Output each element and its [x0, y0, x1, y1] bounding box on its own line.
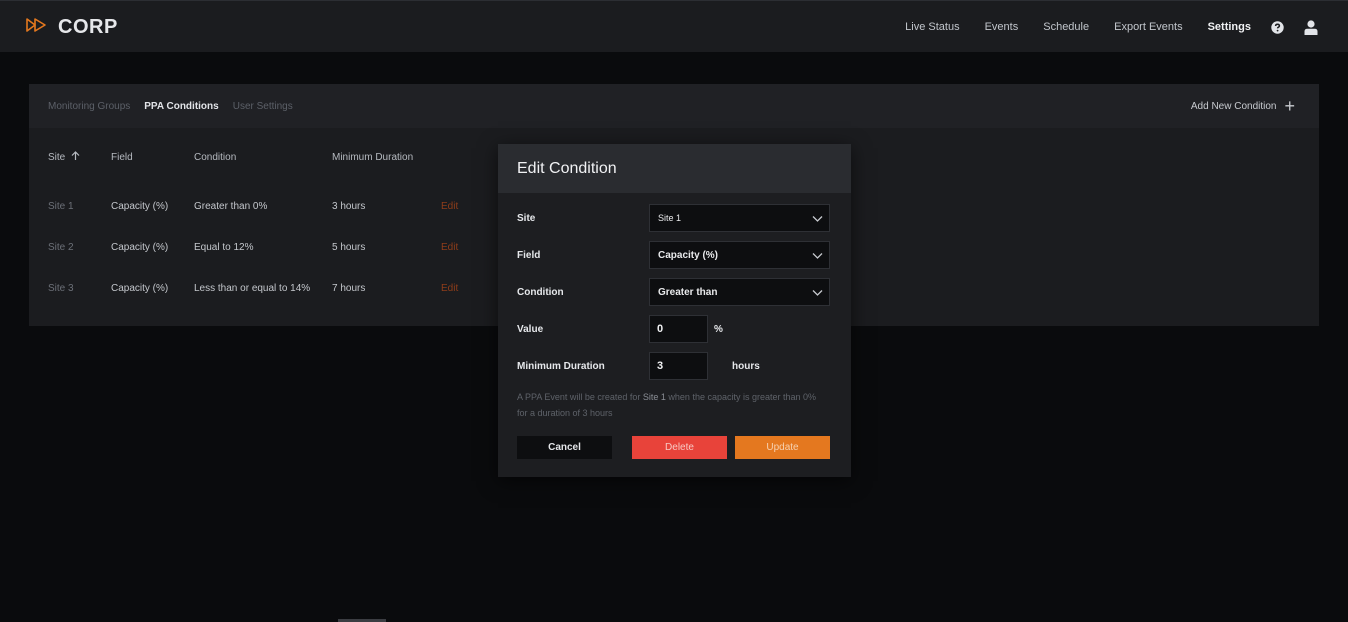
duration-row: Minimum Duration 3 hours — [517, 352, 833, 380]
condition-description: A PPA Event will be created for Site 1 w… — [517, 392, 817, 418]
column-header-minimum-duration[interactable]: Minimum Duration — [332, 128, 413, 186]
dialog-title: Edit Condition — [498, 144, 851, 193]
chevron-down-icon — [812, 250, 823, 264]
main-nav: Live Status Events Schedule Export Event… — [880, 1, 1318, 53]
nav-settings[interactable]: Settings — [1208, 21, 1251, 33]
site-row: Site Site 1 — [517, 204, 833, 232]
condition-select-value: Greater than — [658, 286, 718, 298]
field-select-value: Capacity (%) — [658, 249, 719, 261]
sort-ascending-icon — [71, 150, 80, 164]
minimum-duration-input[interactable]: 3 — [649, 352, 708, 380]
tab-monitoring-groups[interactable]: Monitoring Groups — [48, 101, 130, 112]
row-site: Site 2 — [48, 242, 74, 253]
site-select[interactable]: Site 1 — [649, 204, 830, 232]
value-unit: % — [714, 323, 723, 335]
add-new-condition-label: Add New Condition — [1190, 100, 1277, 112]
field-label: Field — [517, 249, 541, 261]
chevron-down-icon — [812, 287, 823, 301]
logo[interactable]: CORP — [26, 14, 118, 40]
logo-icon — [26, 17, 48, 38]
column-header-condition[interactable]: Condition — [194, 128, 236, 186]
top-nav-bar: CORP Live Status Events Schedule Export … — [0, 0, 1348, 52]
column-header-field[interactable]: Field — [111, 128, 133, 186]
site-select-value: Site 1 — [658, 213, 682, 223]
condition-label: Condition — [517, 286, 564, 298]
row-edit-link[interactable]: Edit — [441, 268, 458, 309]
value-label: Value — [517, 323, 544, 335]
update-button[interactable]: Update — [735, 436, 830, 459]
nav-events[interactable]: Events — [985, 21, 1019, 33]
settings-subnav: Monitoring Groups PPA Conditions User Se… — [29, 84, 1319, 128]
row-duration: 3 hours — [332, 201, 366, 212]
row-field: Capacity (%) — [111, 283, 169, 294]
user-icon[interactable] — [1304, 19, 1318, 35]
help-circle-icon[interactable] — [1271, 20, 1284, 34]
condition-select[interactable]: Greater than — [649, 278, 830, 306]
tab-user-settings[interactable]: User Settings — [233, 101, 293, 112]
cancel-button[interactable]: Cancel — [517, 436, 612, 459]
delete-button[interactable]: Delete — [632, 436, 727, 459]
row-condition: Less than or equal to 14% — [194, 283, 311, 294]
row-field: Capacity (%) — [111, 201, 169, 212]
row-field: Capacity (%) — [111, 242, 169, 253]
condition-row: Condition Greater than — [517, 278, 833, 306]
row-edit-link[interactable]: Edit — [441, 186, 458, 227]
field-row: Field Capacity (%) — [517, 241, 833, 269]
row-site: Site 1 — [48, 201, 74, 212]
add-new-condition-button[interactable]: Add New Condition + — [1191, 84, 1295, 128]
field-select[interactable]: Capacity (%) — [649, 241, 830, 269]
duration-unit: hours — [732, 360, 760, 372]
value-input[interactable]: 0 — [649, 315, 708, 343]
nav-live-status[interactable]: Live Status — [905, 21, 959, 33]
row-duration: 5 hours — [332, 242, 366, 253]
nav-schedule[interactable]: Schedule — [1043, 21, 1089, 33]
value-row: Value 0 % — [517, 315, 833, 343]
row-edit-link[interactable]: Edit — [441, 227, 458, 268]
site-label: Site — [517, 212, 536, 224]
plus-icon: + — [1284, 96, 1295, 116]
minimum-duration-label: Minimum Duration — [517, 360, 605, 372]
row-condition: Equal to 12% — [194, 242, 254, 253]
description-site: Site 1 — [642, 392, 666, 402]
row-site: Site 3 — [48, 283, 74, 294]
nav-export-events[interactable]: Export Events — [1114, 21, 1182, 33]
tab-ppa-conditions[interactable]: PPA Conditions — [144, 101, 218, 112]
row-duration: 7 hours — [332, 283, 366, 294]
column-header-site[interactable]: Site — [48, 128, 80, 186]
row-condition: Greater than 0% — [194, 201, 268, 212]
edit-condition-dialog: Edit Condition Site Site 1 Field Capacit… — [498, 144, 851, 477]
chevron-down-icon — [812, 213, 823, 227]
logo-text: CORP — [58, 15, 118, 38]
